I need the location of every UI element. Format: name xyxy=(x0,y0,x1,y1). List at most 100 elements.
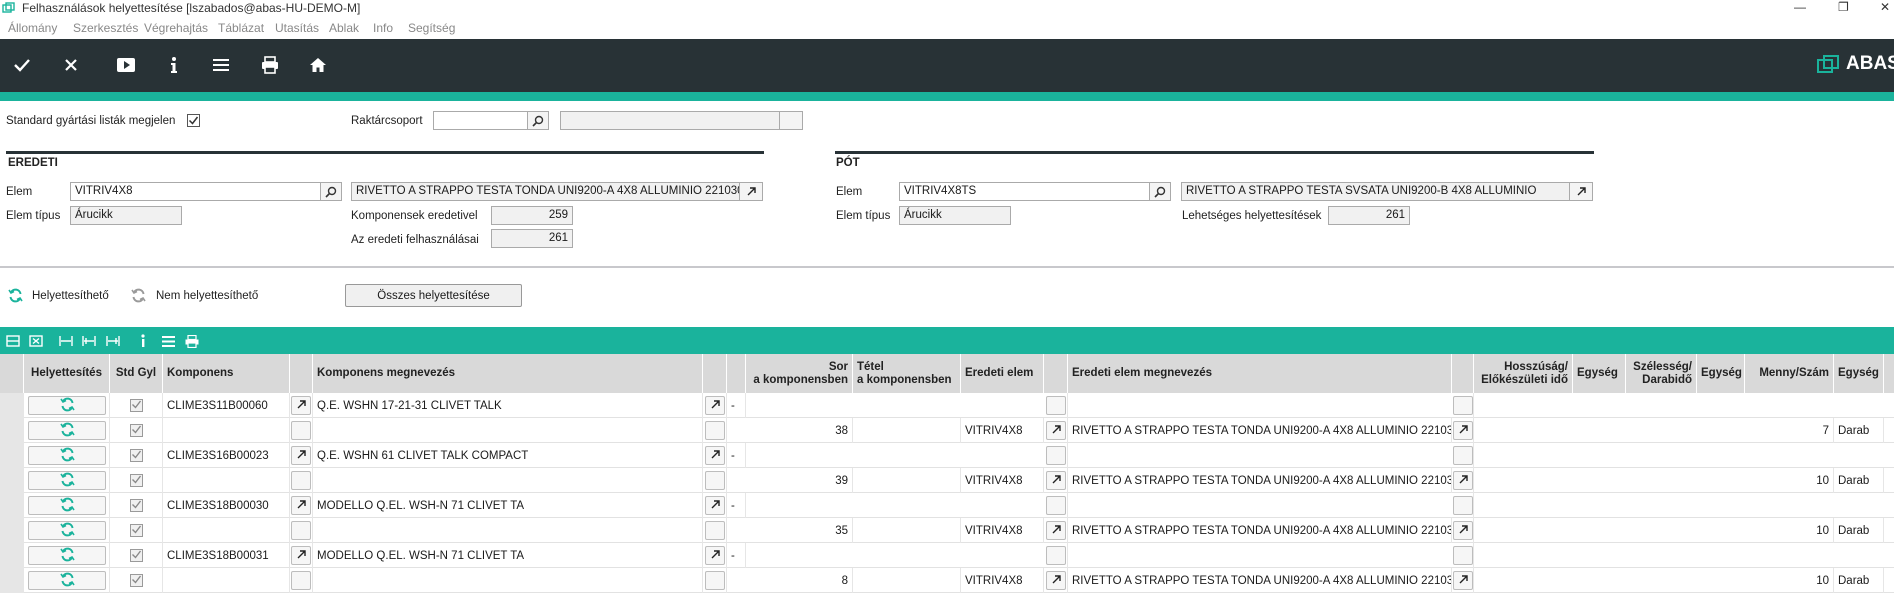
replace-button[interactable] xyxy=(28,396,106,415)
menu-tablazat[interactable]: Táblázat xyxy=(218,21,264,35)
stdgyl-checkbox[interactable] xyxy=(129,424,143,437)
table-row[interactable]: 39 VITRIV4X8 RIVETTO A STRAPPO TESTA TONDA… xyxy=(0,468,1894,493)
raktarcsoport-input[interactable] xyxy=(433,111,528,130)
col-egyseg-2[interactable]: Egység xyxy=(1697,354,1745,393)
eredeti-open-button[interactable] xyxy=(1046,421,1066,440)
col-egyseg-3[interactable]: Egység xyxy=(1834,354,1884,393)
eredeti-open-button[interactable] xyxy=(1046,471,1066,490)
komponens-open-button[interactable] xyxy=(291,521,311,540)
raktarcsoport-link-button[interactable] xyxy=(779,111,803,130)
stdgyl-checkbox[interactable] xyxy=(129,499,143,512)
komponens-open-button[interactable] xyxy=(291,546,311,565)
eredeti-open-button[interactable] xyxy=(1046,521,1066,540)
eredeti-open-button[interactable] xyxy=(1046,496,1066,515)
close-icon[interactable]: ✕ xyxy=(1880,0,1890,14)
splitter[interactable] xyxy=(0,266,1894,268)
eredeti-elem-cell[interactable]: VITRIV4X8 xyxy=(961,468,1044,493)
col-expand-icon[interactable] xyxy=(104,332,122,350)
komponens-open-button[interactable] xyxy=(291,446,311,465)
komponens-cell[interactable] xyxy=(163,568,290,593)
col-width-icon[interactable] xyxy=(57,332,75,350)
komponens-cell[interactable]: CLIME3S18B00031 xyxy=(163,543,290,568)
eredeti-megn-open-button[interactable] xyxy=(1453,396,1473,415)
row-handle[interactable] xyxy=(0,543,24,568)
home-icon[interactable] xyxy=(306,53,330,77)
replace-button[interactable] xyxy=(28,546,106,565)
col-stdgyl[interactable]: Std Gyl xyxy=(110,354,163,393)
replace-button[interactable] xyxy=(28,471,106,490)
stdgyl-checkbox[interactable] xyxy=(129,474,143,487)
eredeti-megn-open-button[interactable] xyxy=(1453,471,1473,490)
row-handle[interactable] xyxy=(0,518,24,543)
raktarcsoport-search-button[interactable] xyxy=(527,111,549,130)
eredeti-megn-open-button[interactable] xyxy=(1453,496,1473,515)
table-row[interactable]: 38 VITRIV4X8 RIVETTO A STRAPPO TESTA TONDA… xyxy=(0,418,1894,443)
stdgyl-checkbox[interactable] xyxy=(129,524,143,537)
eredeti-megn-open-button[interactable] xyxy=(1453,521,1473,540)
replace-button[interactable] xyxy=(28,421,106,440)
check-icon[interactable] xyxy=(10,53,34,77)
col-helyettesites[interactable]: Helyettesítés xyxy=(24,354,110,393)
col-komponens-megnevezes[interactable]: Komponens megnevezés xyxy=(313,354,703,393)
grid-delete-icon[interactable] xyxy=(27,332,45,350)
komponens-cell[interactable]: CLIME3S18B00030 xyxy=(163,493,290,518)
info-icon[interactable] xyxy=(162,53,186,77)
komponens-cell[interactable] xyxy=(163,518,290,543)
megnevezes-open-button[interactable] xyxy=(705,446,725,465)
table-row[interactable]: 8 VITRIV4X8 RIVETTO A STRAPPO TESTA TONDA … xyxy=(0,568,1894,593)
table-row[interactable]: 35 VITRIV4X8 RIVETTO A STRAPPO TESTA TONDA… xyxy=(0,518,1894,543)
table-row[interactable]: CLIME3S18B00031 MODELLO Q.EL. WSH-N 71 CL… xyxy=(0,543,1894,568)
megnevezes-open-button[interactable] xyxy=(705,421,725,440)
col-tetel[interactable]: Tétel a komponensben xyxy=(853,354,961,393)
osszes-helyettesitese-button[interactable]: Összes helyettesítése xyxy=(345,284,522,307)
row-handle[interactable] xyxy=(0,443,24,468)
grid-menu-icon[interactable] xyxy=(159,332,177,350)
col-hosszusag[interactable]: Hosszúság/ Előkészületi idő xyxy=(1474,354,1573,393)
eredeti-megn-open-button[interactable] xyxy=(1453,446,1473,465)
stdgyl-checkbox[interactable] xyxy=(129,549,143,562)
replace-button[interactable] xyxy=(28,521,106,540)
eredeti-elem-cell[interactable]: VITRIV4X8 xyxy=(961,568,1044,593)
menu-ablak[interactable]: Ablak xyxy=(329,21,359,35)
stdgyl-checkbox[interactable] xyxy=(129,574,143,587)
eredeti-open-button[interactable] xyxy=(1046,396,1066,415)
eredeti-open-button[interactable] xyxy=(1046,446,1066,465)
megnevezes-open-button[interactable] xyxy=(705,546,725,565)
minimize-icon[interactable]: — xyxy=(1794,0,1806,14)
eredeti-megn-open-button[interactable] xyxy=(1453,571,1473,590)
pot-elem-input[interactable]: VITRIV4X8TS xyxy=(899,182,1150,201)
col-szelesseg[interactable]: Szélesség/ Darabidő xyxy=(1626,354,1697,393)
replace-button[interactable] xyxy=(28,571,106,590)
table-row[interactable]: CLIME3S16B00023 Q.E. WSHN 61 CLIVET TALK … xyxy=(0,443,1894,468)
megnevezes-open-button[interactable] xyxy=(705,571,725,590)
standard-checkbox[interactable] xyxy=(187,114,200,127)
megnevezes-open-button[interactable] xyxy=(705,396,725,415)
row-handle[interactable] xyxy=(0,468,24,493)
row-handle[interactable] xyxy=(0,493,24,518)
komponens-cell[interactable] xyxy=(163,418,290,443)
menu-szerkesztes[interactable]: Szerkesztés xyxy=(73,21,138,35)
play-icon[interactable] xyxy=(114,53,138,77)
replace-button[interactable] xyxy=(28,496,106,515)
eredeti-elem-search-button[interactable] xyxy=(320,182,342,201)
replace-button[interactable] xyxy=(28,446,106,465)
stdgyl-checkbox[interactable] xyxy=(129,449,143,462)
eredeti-elem-input[interactable]: VITRIV4X8 xyxy=(70,182,321,201)
grid-insert-icon[interactable] xyxy=(4,332,22,350)
col-egyseg-1[interactable]: Egység xyxy=(1573,354,1626,393)
col-eredeti-megnevezes[interactable]: Eredeti elem megnevezés xyxy=(1068,354,1452,393)
eredeti-megn-open-button[interactable] xyxy=(1453,421,1473,440)
eredeti-elem-cell[interactable]: VITRIV4X8 xyxy=(961,518,1044,543)
print-icon[interactable] xyxy=(258,53,282,77)
close-icon[interactable] xyxy=(59,53,83,77)
megnevezes-open-button[interactable] xyxy=(705,471,725,490)
stdgyl-checkbox[interactable] xyxy=(129,399,143,412)
col-eredeti-elem[interactable]: Eredeti elem xyxy=(961,354,1044,393)
col-shrink-icon[interactable] xyxy=(80,332,98,350)
komponens-cell[interactable]: CLIME3S11B00060 xyxy=(163,393,290,418)
pot-elem-search-button[interactable] xyxy=(1149,182,1171,201)
table-row[interactable]: CLIME3S11B00060 Q.E. WSHN 17-21-31 CLIVET… xyxy=(0,393,1894,418)
row-handle[interactable] xyxy=(0,418,24,443)
menu-vegrehajtas[interactable]: Végrehajtás xyxy=(144,21,208,35)
row-handle[interactable] xyxy=(0,568,24,593)
